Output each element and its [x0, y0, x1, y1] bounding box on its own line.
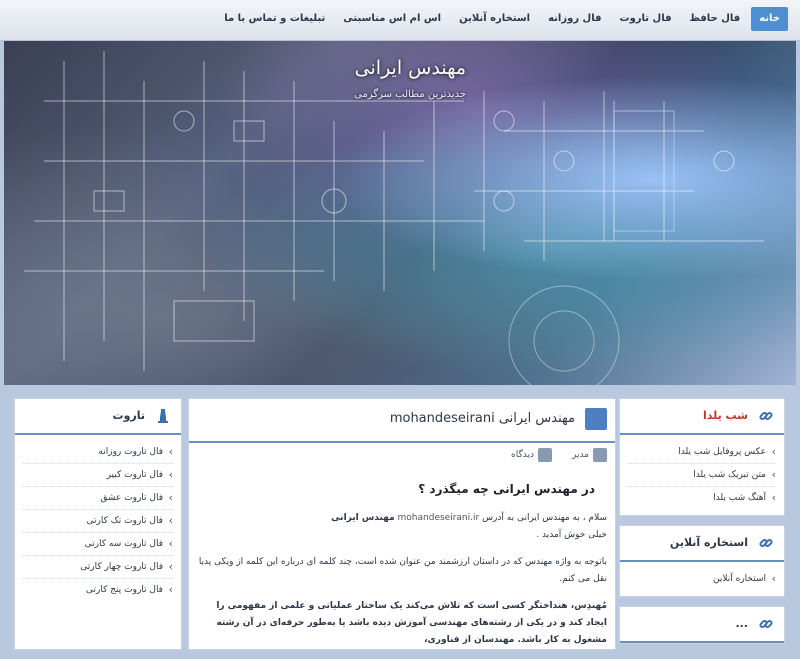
tarot-list: فال تاروت روزانه فال تاروت کبیر فال تارو…: [15, 435, 181, 607]
right-sidebar: شب یلدا عکس پروفایل شب یلدا متن تبریک شب…: [619, 398, 785, 653]
post-intro: سلام ، به مهندس ایرانی به آدرس mohandese…: [195, 510, 607, 544]
site-label: مهندس ایرانی: [331, 513, 395, 523]
link-icon: [759, 619, 773, 629]
post-title[interactable]: مهندس ایرانی mohandeseirani: [390, 411, 575, 426]
post-body: در مهندس ایرانی چه میگذرد ؟ سلام ، به مه…: [195, 471, 607, 659]
yalda-box-title: شب یلدا: [702, 409, 748, 422]
third-box-title: ...: [735, 617, 748, 630]
post-header: مهندس ایرانی mohandeseirani: [189, 399, 615, 443]
nav-istikhara[interactable]: استخاره آنلاین: [452, 7, 537, 31]
main-post: مهندس ایرانی mohandeseirani مدیر دیدگاه …: [188, 398, 616, 650]
post-paragraph: باتوجه به واژه مهندس که در داستان ارزشمن…: [198, 557, 607, 584]
tarot-box-title: تاروت: [112, 409, 145, 422]
list-item[interactable]: فال تاروت پنج کارتی: [23, 579, 173, 601]
list-item[interactable]: فال تاروت چهار کارتی: [23, 556, 173, 579]
istikhara-box-header: استخاره آنلاین: [620, 526, 784, 562]
yalda-list: عکس پروفایل شب یلدا متن تبریک شب یلدا آه…: [620, 435, 784, 515]
site-link[interactable]: mohandeseirani.ir: [398, 513, 480, 523]
list-item[interactable]: آهنگ شب یلدا: [628, 487, 776, 509]
post-paragraph: مُهندِس، هنداختگر کسی است که تلاش می‌کند…: [216, 601, 607, 645]
post-heading: در مهندس ایرانی چه میگذرد ؟: [418, 482, 595, 496]
post-author[interactable]: مدیر: [572, 450, 589, 460]
nav-sms[interactable]: اس ام اس مناسبتی: [336, 7, 448, 31]
tarot-box: فال تاروت روزانه فال تاروت کبیر فال تارو…: [15, 435, 181, 607]
yalda-box-header: شب یلدا: [620, 399, 784, 435]
nav-daily[interactable]: فال روزانه: [541, 7, 608, 31]
list-item[interactable]: فال تاروت عشق: [23, 487, 173, 510]
list-item[interactable]: متن تبریک شب یلدا: [628, 464, 776, 487]
comment-icon: [537, 448, 552, 462]
post-comments[interactable]: دیدگاه: [511, 450, 534, 460]
site-tagline: جدیدترین مطالب سرگرمی: [354, 89, 466, 100]
list-item[interactable]: فال تاروت کبیر: [23, 464, 173, 487]
nav-hafez[interactable]: فال حافظ: [683, 7, 748, 31]
list-item[interactable]: فال تاروت تک کارتی: [23, 510, 173, 533]
list-item[interactable]: عکس پروفایل شب یلدا: [628, 441, 776, 464]
intro-text: سلام ، به مهندس ایرانی به آدرس: [482, 513, 607, 523]
link-icon: [759, 411, 773, 421]
edit-icon: [585, 408, 607, 430]
top-navigation: خانه فال حافظ فال تاروت فال روزانه استخا…: [0, 0, 800, 41]
istikhara-box: استخاره آنلاین استخاره آنلاین: [619, 525, 785, 597]
yalda-box: شب یلدا عکس پروفایل شب یلدا متن تبریک شب…: [619, 398, 785, 516]
third-box: ...: [619, 606, 785, 644]
nav-list: خانه فال حافظ فال تاروت فال روزانه استخا…: [213, 7, 788, 31]
list-item[interactable]: فال تاروت سه کارتی: [23, 533, 173, 556]
istikhara-box-title: استخاره آنلاین: [669, 536, 748, 549]
tarot-box-header: تاروت: [15, 399, 181, 435]
left-sidebar: تاروت فال تاروت روزانه فال تاروت کبیر فا…: [14, 398, 182, 650]
nav-contact[interactable]: تبلیغات و تماس با ما: [217, 7, 332, 31]
list-item[interactable]: فال تاروت روزانه: [23, 441, 173, 464]
welcome-text: خیلی خوش آمدید .: [536, 530, 607, 540]
header-banner: مهندس ایرانی جدیدترین مطالب سرگرمی: [4, 41, 796, 385]
post-meta: مدیر دیدگاه: [511, 445, 607, 465]
user-icon: [593, 448, 607, 462]
link-icon: [759, 538, 773, 548]
site-title[interactable]: مهندس ایرانی: [355, 57, 466, 79]
nav-tarot[interactable]: فال تاروت: [613, 7, 679, 31]
nav-home[interactable]: خانه: [751, 7, 788, 31]
istikhara-list: استخاره آنلاین: [620, 562, 784, 596]
chess-piece-icon: [158, 409, 168, 423]
third-box-header: ...: [620, 607, 784, 643]
list-item[interactable]: استخاره آنلاین: [628, 568, 776, 590]
